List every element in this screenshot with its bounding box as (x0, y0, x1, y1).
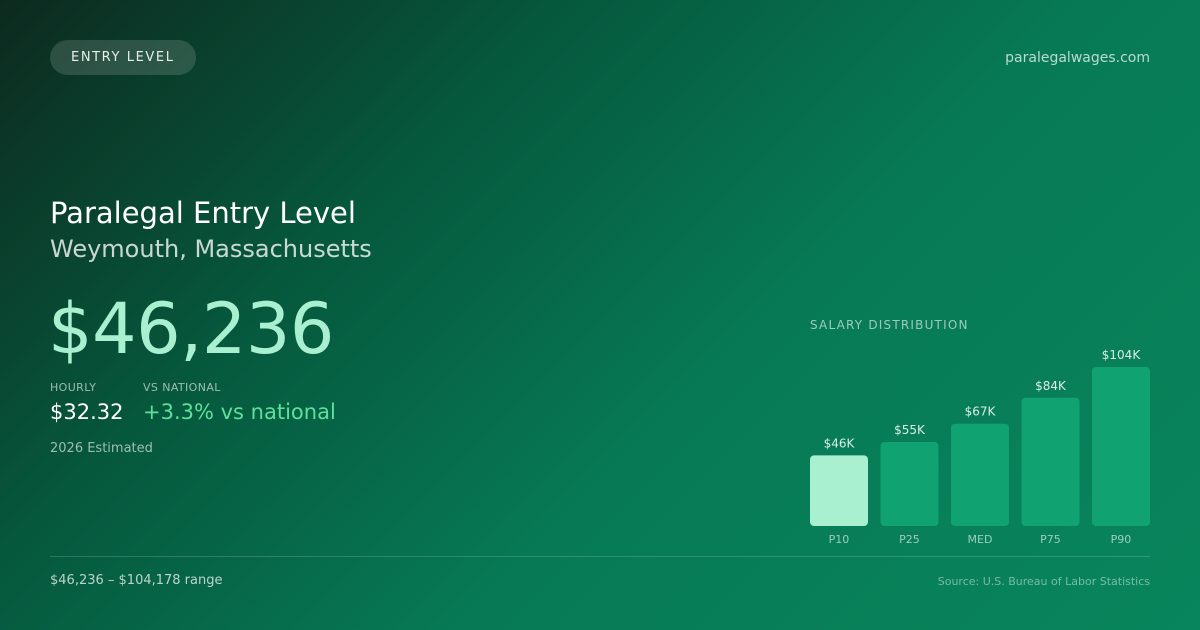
bar-value-label: $46K (824, 436, 856, 450)
location-subtitle: Weymouth, Massachusetts (50, 235, 372, 263)
bar-med (951, 423, 1009, 526)
site-name: paralegalwages.com (1005, 50, 1150, 66)
data-source: Source: U.S. Bureau of Labor Statistics (937, 575, 1150, 588)
bar-value-label: $55K (894, 423, 926, 437)
bar-category-label: P75 (1040, 533, 1061, 546)
bar-value-label: $84K (1035, 379, 1067, 393)
chart-title: SALARY DISTRIBUTION (810, 318, 969, 332)
bar-category-label: P25 (899, 533, 920, 546)
bar-p10 (810, 455, 868, 526)
bar-category-label: MED (968, 533, 993, 546)
national-comparison: +3.3% vs national (143, 400, 336, 424)
page-title: Paralegal Entry Level (50, 196, 356, 230)
bar-p90 (1092, 367, 1150, 526)
bar-category-label: P10 (829, 533, 850, 546)
national-label: VS NATIONAL (143, 381, 221, 394)
annual-salary: $46,236 (48, 288, 334, 370)
bar-value-label: $67K (965, 405, 997, 419)
bar-p75 (1021, 397, 1080, 526)
salary-range: $46,236 – $104,178 range (50, 573, 223, 588)
hourly-value: $32.32 (50, 400, 124, 424)
bar-category-label: P90 (1111, 533, 1132, 546)
level-badge: ENTRY LEVEL (50, 40, 196, 75)
estimate-year: 2026 Estimated (50, 441, 153, 456)
hourly-label: HOURLY (50, 381, 97, 394)
footer-divider (50, 556, 1150, 557)
bar-p25 (880, 442, 939, 526)
bar-value-label: $104K (1102, 348, 1142, 362)
salary-distribution-chart: $46K P10 $55K P25 $67K MED $84K P75 $104K P90 (810, 348, 1150, 546)
